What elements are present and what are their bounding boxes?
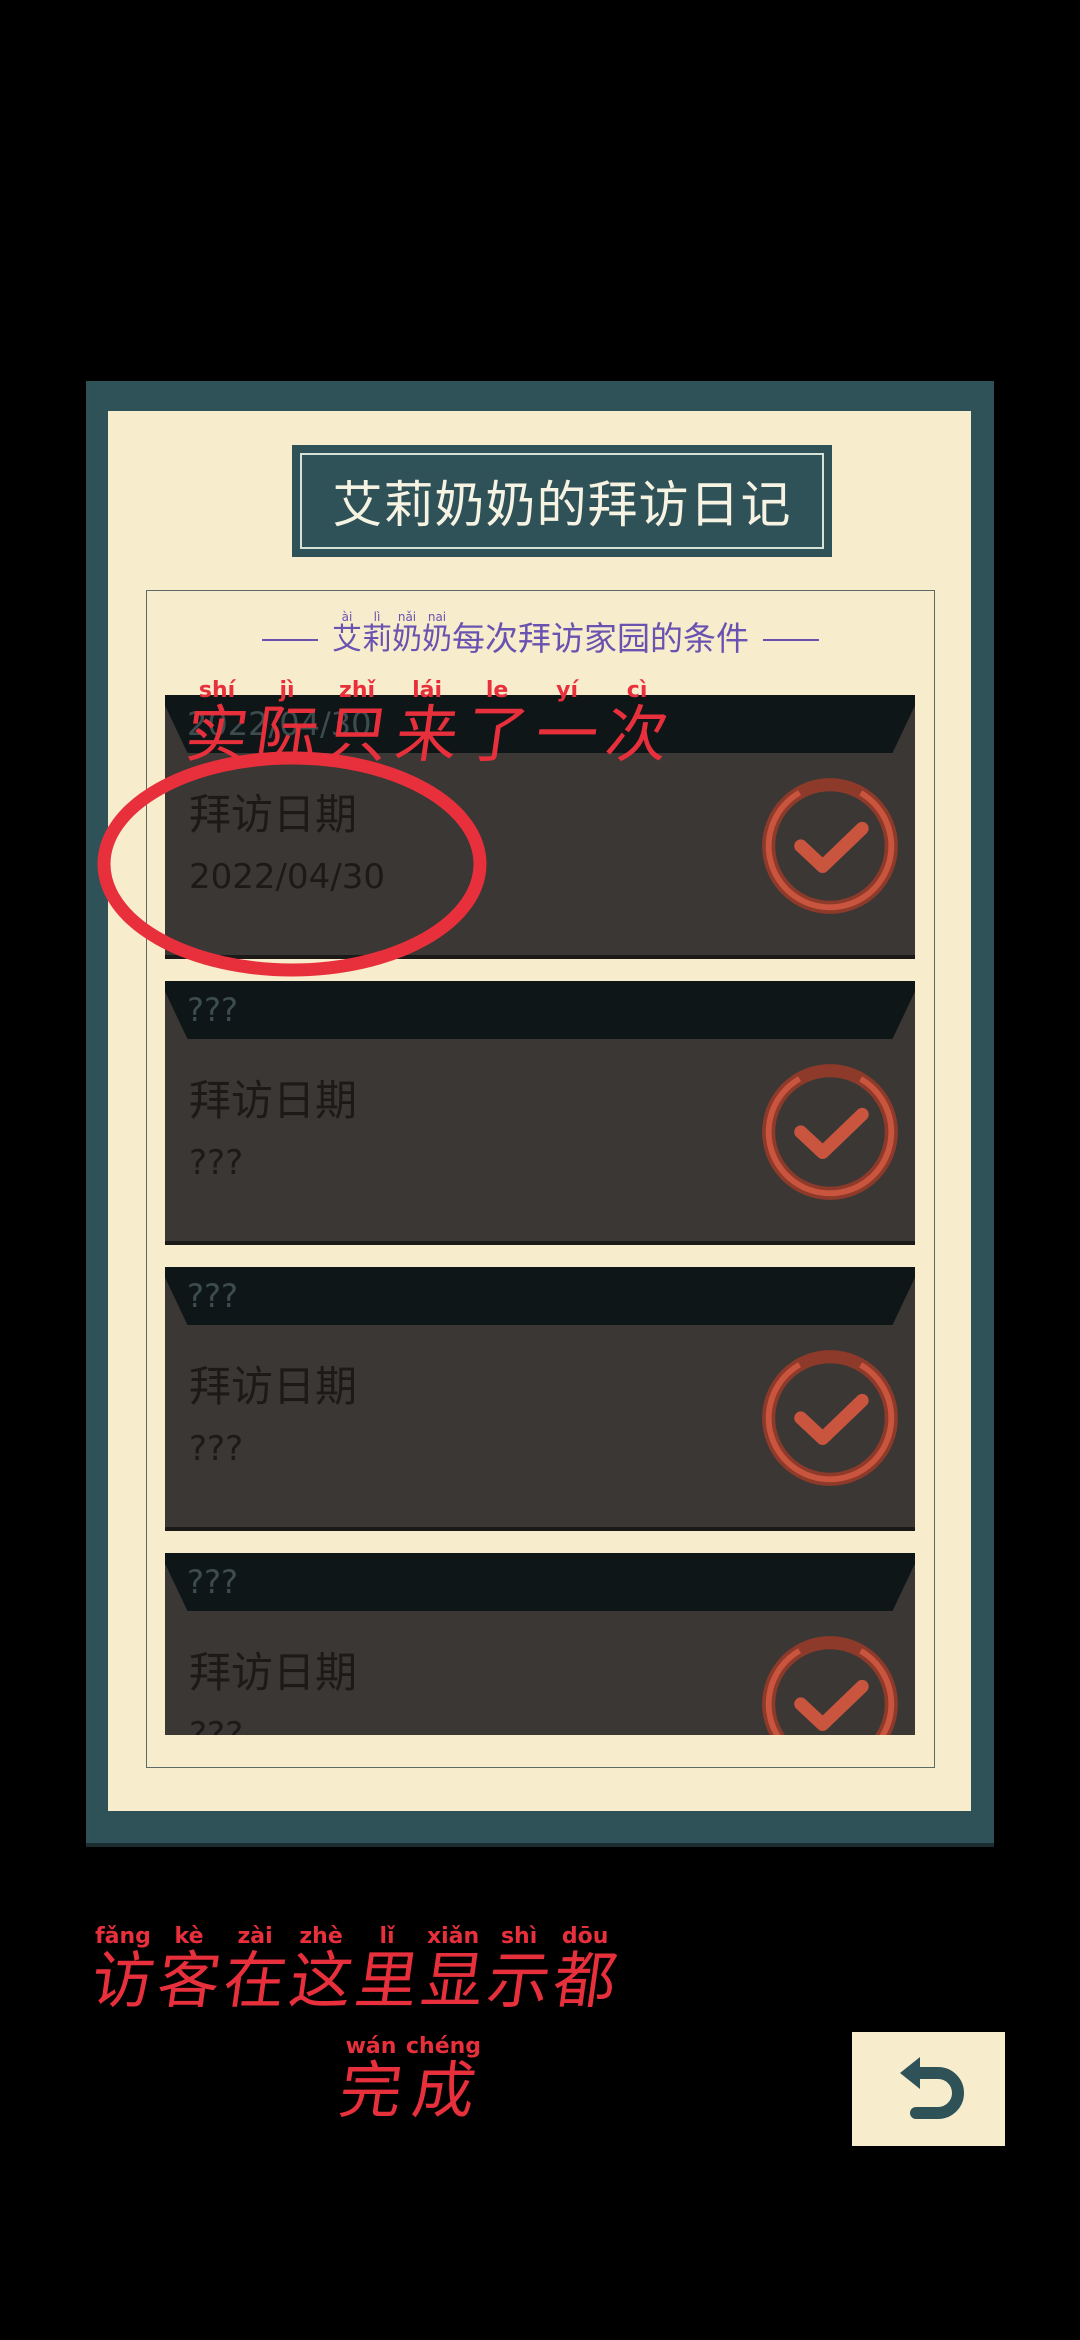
page-title: 艾莉奶奶的拜访日记 <box>300 453 824 549</box>
list-subtitle: ài 艾 lì 莉 nǎi 奶 nai 奶 每次拜访家园的条件 <box>147 611 934 655</box>
card-label: 拜访日期 <box>189 1648 358 1697</box>
annotation-char: shí 实 <box>180 678 254 772</box>
diary-board: 艾莉奶奶的拜访日记 ài 艾 lì 莉 nǎi 奶 nai 奶 每次拜访家园的条件 20… <box>86 381 994 1843</box>
annotation-char: xiǎn 显 <box>417 1924 490 2018</box>
diary-paper: 艾莉奶奶的拜访日记 ài 艾 lì 莉 nǎi 奶 nai 奶 每次拜访家园的条件 20… <box>108 411 971 1811</box>
annotation-char: zhè 这 <box>284 1924 358 2018</box>
undo-arrow-icon <box>899 2057 964 2119</box>
annotation-char: lǐ 里 <box>351 1924 424 2018</box>
card-value: ??? <box>189 1429 244 1469</box>
subtitle-text: ài 艾 lì 莉 nǎi 奶 nai 奶 每次拜访家园的条件 <box>332 611 749 655</box>
card-header: ??? <box>165 1267 915 1325</box>
check-circle-icon <box>762 778 898 914</box>
annotation-char: yí 一 <box>531 678 604 772</box>
card-header: ??? <box>165 1553 915 1611</box>
card-label: 拜访日期 <box>189 1076 358 1125</box>
annotation-char: dōu 都 <box>549 1924 622 2018</box>
subtitle-dash-left <box>262 639 318 641</box>
annotation-char: chéng 成 <box>406 2034 482 2128</box>
annotation-bottom-note: fǎng 访 kè 客 zài 在 zhè 这 lǐ 里 xiǎn 显 shì 示 dōu 都 <box>86 1924 622 2018</box>
annotation-char: le 了 <box>461 678 534 772</box>
check-circle-icon <box>762 1636 898 1735</box>
card-header: ??? <box>165 981 915 1039</box>
subtitle-rest: 每次拜访家园的条件 <box>452 619 749 658</box>
subtitle-name-char: nai 奶 <box>422 610 452 657</box>
annotation-char: shì 示 <box>483 1924 556 2018</box>
subtitle-name-char: ài 艾 <box>332 610 362 657</box>
annotation-char: fǎng 访 <box>86 1924 160 2018</box>
card-value: ??? <box>189 1715 244 1735</box>
subtitle-name-char: nǎi 奶 <box>392 610 422 657</box>
subtitle-dash-right <box>763 639 819 641</box>
annotation-top-note: shí 实 jì 际 zhǐ 只 lái 来 le 了 yí 一 cì 次 <box>180 678 674 772</box>
annotation-char: cì 次 <box>601 678 674 772</box>
card-label: 拜访日期 <box>189 1362 358 1411</box>
back-button[interactable] <box>852 2032 1005 2146</box>
annotation-char: wán 完 <box>334 2034 408 2128</box>
title-plaque: 艾莉奶奶的拜访日记 <box>292 445 832 557</box>
check-circle-icon <box>762 1064 898 1200</box>
check-circle-icon <box>762 1350 898 1486</box>
annotation-char: zài 在 <box>218 1924 292 2018</box>
annotation-char: zhǐ 只 <box>320 678 394 772</box>
subtitle-name-char: lì 莉 <box>362 610 392 657</box>
visit-card[interactable]: ??? 拜访日期 ??? <box>165 981 915 1245</box>
annotation-bottom-note-line2: wán 完 chéng 成 <box>334 2034 482 2128</box>
annotation-char: lái 来 <box>390 678 464 772</box>
annotation-ellipse <box>97 751 487 977</box>
annotation-char: jì 际 <box>250 678 324 772</box>
card-value: ??? <box>189 1143 244 1183</box>
annotation-char: kè 客 <box>152 1924 226 2018</box>
visit-card[interactable]: ??? 拜访日期 ??? <box>165 1553 915 1735</box>
visit-card[interactable]: ??? 拜访日期 ??? <box>165 1267 915 1531</box>
